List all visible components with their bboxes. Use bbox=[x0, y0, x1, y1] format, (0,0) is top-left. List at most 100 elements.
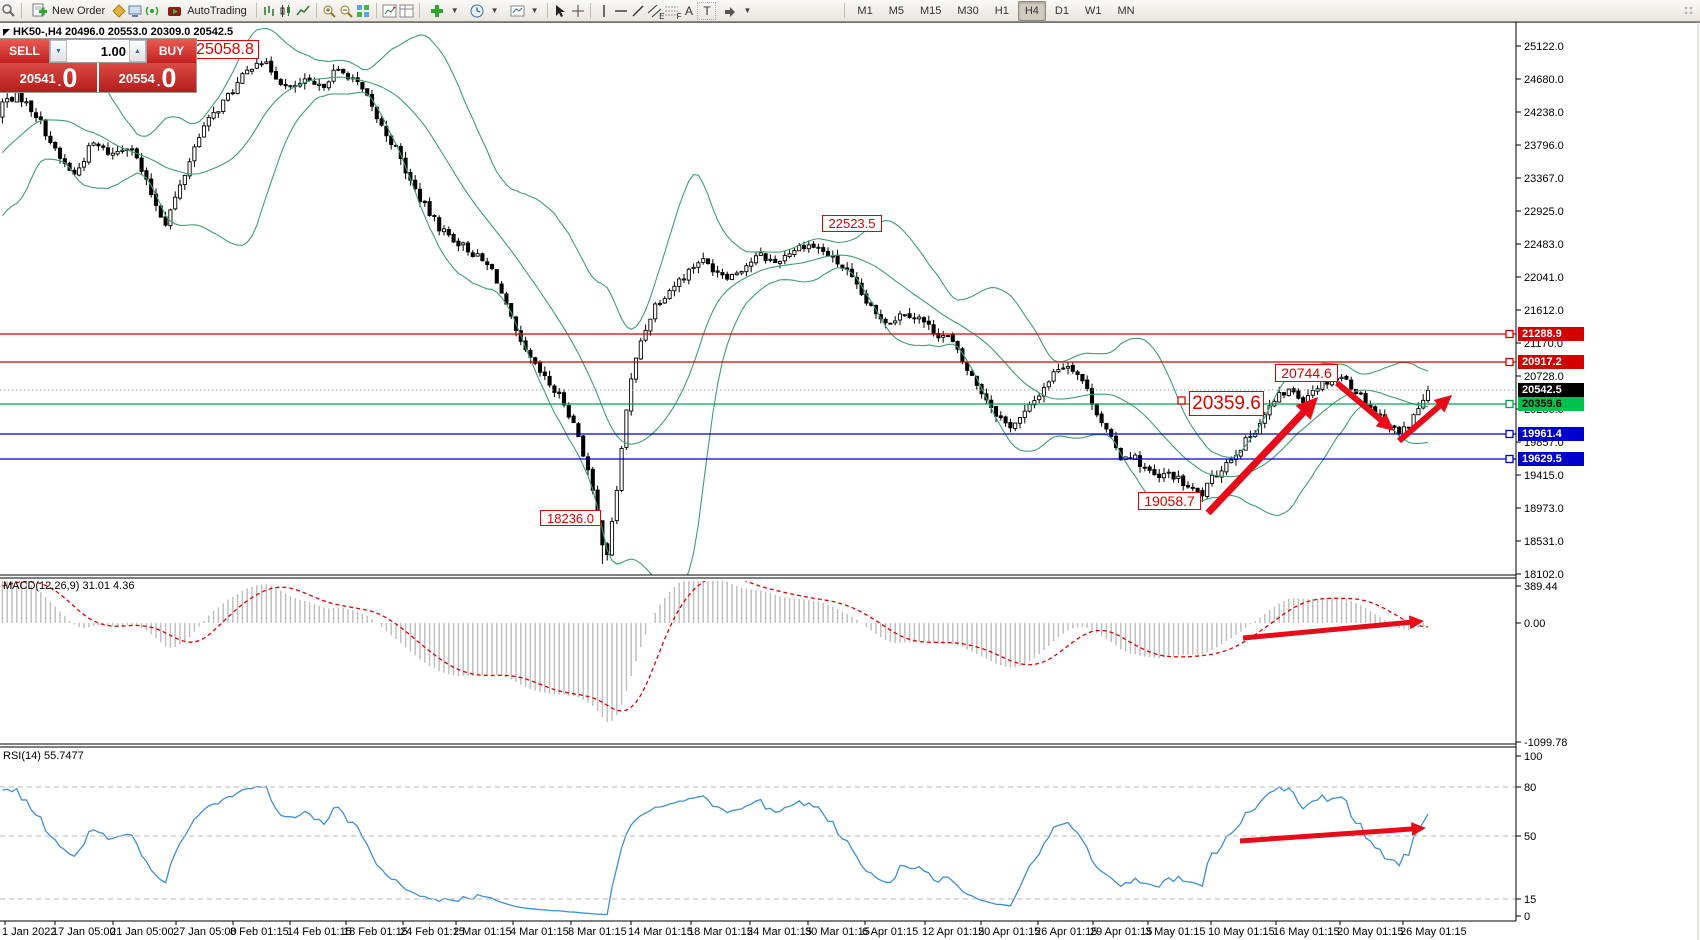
timeframe-button-m5[interactable]: M5 bbox=[882, 1, 911, 21]
sell-price-big-digit: 0 bbox=[62, 66, 77, 91]
buy-price-dot: . bbox=[157, 74, 161, 89]
timeframe-button-h4[interactable]: H4 bbox=[1018, 1, 1046, 21]
toolbar-separator bbox=[376, 3, 377, 18]
trendline-tool[interactable] bbox=[629, 3, 646, 19]
time-axis-label: 27 Jan 05:00 bbox=[173, 926, 237, 938]
toolbar-separator bbox=[547, 3, 548, 18]
timeframe-button-w1[interactable]: W1 bbox=[1078, 1, 1109, 21]
indicators-window-icon[interactable] bbox=[381, 3, 398, 19]
time-axis-label: 21 Jan 05:00 bbox=[110, 926, 174, 938]
buy-button[interactable]: BUY bbox=[147, 39, 196, 63]
price-annotation: 25058.8 bbox=[191, 40, 259, 59]
rsi-axis-tick: 50 bbox=[1524, 831, 1536, 843]
toolbar-separator bbox=[844, 3, 845, 18]
time-axis-label: 14 Mar 01:15 bbox=[628, 926, 693, 938]
time-axis-label: 26 Apr 01:15 bbox=[1035, 926, 1097, 938]
price-axis-tick: 22925.0 bbox=[1524, 206, 1564, 218]
volume-input[interactable] bbox=[67, 40, 129, 62]
label-tool-letter: T bbox=[703, 4, 710, 18]
timeframe-button-h1[interactable]: H1 bbox=[988, 1, 1016, 21]
new-order-button[interactable]: New Order bbox=[26, 0, 110, 21]
macd-axis-tick: 389.44 bbox=[1524, 581, 1558, 593]
arrows-shape-icon bbox=[721, 3, 738, 19]
fib-letter: F bbox=[677, 12, 682, 21]
candlestick-chart-icon[interactable] bbox=[278, 3, 295, 19]
data-window-icon[interactable] bbox=[398, 3, 415, 19]
timeframe-button-m1[interactable]: M1 bbox=[850, 1, 879, 21]
price-axis-tick: 24238.0 bbox=[1524, 107, 1564, 119]
axis-price-tag: 19961.4 bbox=[1518, 427, 1584, 441]
sell-price-main: 20541 bbox=[20, 69, 56, 89]
axis-price-tag: 20917.2 bbox=[1518, 355, 1584, 369]
clock-icon bbox=[469, 3, 486, 19]
main-toolbar: New Order AutoTrading bbox=[0, 0, 1700, 22]
time-axis-label: 26 May 01:15 bbox=[1400, 926, 1467, 938]
timeframe-group: M1M5M15M30H1H4D1W1MN bbox=[849, 1, 1142, 21]
new-order-label: New Order bbox=[52, 5, 105, 17]
time-axis-label: 18 Feb 01:15 bbox=[343, 926, 408, 938]
symbol-ohlc-line: HK50-,H4 20496.0 20553.0 20309.0 20542.5 bbox=[13, 26, 233, 38]
fibonacci-tool[interactable]: F bbox=[663, 3, 680, 19]
rsi-indicator-label: RSI(14) 55.7477 bbox=[3, 750, 84, 762]
crosshair-tool[interactable] bbox=[569, 3, 586, 19]
publish-chart-icon[interactable] bbox=[127, 3, 144, 19]
cursor-tool[interactable] bbox=[552, 3, 569, 19]
time-axis-label: 17 Jan 05:00 bbox=[52, 926, 116, 938]
rsi-axis-tick: 80 bbox=[1524, 782, 1536, 794]
time-axis-label: 10 May 01:15 bbox=[1208, 926, 1275, 938]
price-annotation: 20744.6 bbox=[1275, 364, 1338, 382]
timeframe-button-mn[interactable]: MN bbox=[1110, 1, 1141, 21]
new-order-icon bbox=[31, 3, 48, 19]
volume-decrease-button[interactable]: ▼ bbox=[50, 40, 67, 62]
templates-dropdown[interactable]: ▼ bbox=[504, 0, 544, 21]
symbol-marker-icon bbox=[3, 29, 10, 36]
mql5-diamond-icon[interactable] bbox=[110, 3, 127, 19]
bar-chart-icon[interactable] bbox=[261, 3, 278, 19]
price-axis-tick: 25122.0 bbox=[1524, 41, 1564, 53]
price-axis-tick: 24680.0 bbox=[1524, 74, 1564, 86]
horizontal-line-tool[interactable] bbox=[612, 3, 629, 19]
line-chart-icon[interactable] bbox=[295, 3, 312, 19]
price-axis-tick: 22041.0 bbox=[1524, 272, 1564, 284]
rsi-axis-tick: 15 bbox=[1524, 894, 1536, 906]
toolbar-separator bbox=[316, 3, 317, 18]
sell-button[interactable]: SELL bbox=[0, 39, 49, 63]
autotrading-button[interactable]: AutoTrading bbox=[161, 0, 252, 21]
chart-canvas[interactable]: 25122.024680.024238.023796.023367.022925… bbox=[0, 0, 1700, 940]
price-axis-tick: 21612.0 bbox=[1524, 305, 1564, 317]
chevron-down-icon: ▼ bbox=[531, 6, 539, 15]
toolbar-separator bbox=[419, 3, 420, 18]
text-label-tool[interactable]: T bbox=[697, 2, 716, 20]
timeframe-button-m30[interactable]: M30 bbox=[950, 1, 985, 21]
time-axis-label: 29 Apr 01:15 bbox=[1090, 926, 1152, 938]
price-axis-tick: 18102.0 bbox=[1524, 569, 1564, 581]
periods-dropdown[interactable]: ▼ bbox=[464, 0, 504, 21]
zoom-out-icon[interactable] bbox=[338, 3, 355, 19]
tile-windows-icon[interactable] bbox=[355, 3, 372, 19]
price-axis-tick: 23367.0 bbox=[1524, 173, 1564, 185]
signals-icon[interactable] bbox=[144, 3, 161, 19]
rsi-axis-tick: 0 bbox=[1524, 911, 1530, 923]
text-tool[interactable]: A bbox=[680, 3, 697, 19]
time-axis-label: 20 Apr 01:15 bbox=[978, 926, 1040, 938]
equidistant-channel-tool[interactable]: E bbox=[646, 3, 663, 19]
buy-price-big-digit: 0 bbox=[161, 66, 176, 91]
toolbar-end-grip-icon[interactable] bbox=[1683, 4, 1695, 16]
time-axis-label: 12 Apr 01:15 bbox=[922, 926, 984, 938]
timeframe-button-d1[interactable]: D1 bbox=[1048, 1, 1076, 21]
add-indicator-dropdown[interactable]: ▼ bbox=[424, 0, 464, 21]
zoom-in-icon[interactable] bbox=[321, 3, 338, 19]
shapes-dropdown[interactable]: ▼ bbox=[716, 0, 756, 21]
buy-price-display: 20554 . 0 bbox=[99, 63, 196, 92]
text-tool-letter: A bbox=[685, 4, 693, 18]
time-axis-label: 1 Jan 2022 bbox=[2, 926, 56, 938]
timeframe-button-m15[interactable]: M15 bbox=[913, 1, 948, 21]
toolbar-separator bbox=[21, 3, 22, 18]
window-icon[interactable] bbox=[0, 3, 17, 19]
volume-increase-button[interactable]: ▲ bbox=[129, 40, 146, 62]
macd-axis-tick: 0.00 bbox=[1524, 618, 1545, 630]
rsi-axis-tick: 100 bbox=[1524, 751, 1542, 763]
vertical-line-tool[interactable] bbox=[595, 3, 612, 19]
price-axis-tick: 19415.0 bbox=[1524, 470, 1564, 482]
time-axis-label: 20 May 01:15 bbox=[1337, 926, 1404, 938]
